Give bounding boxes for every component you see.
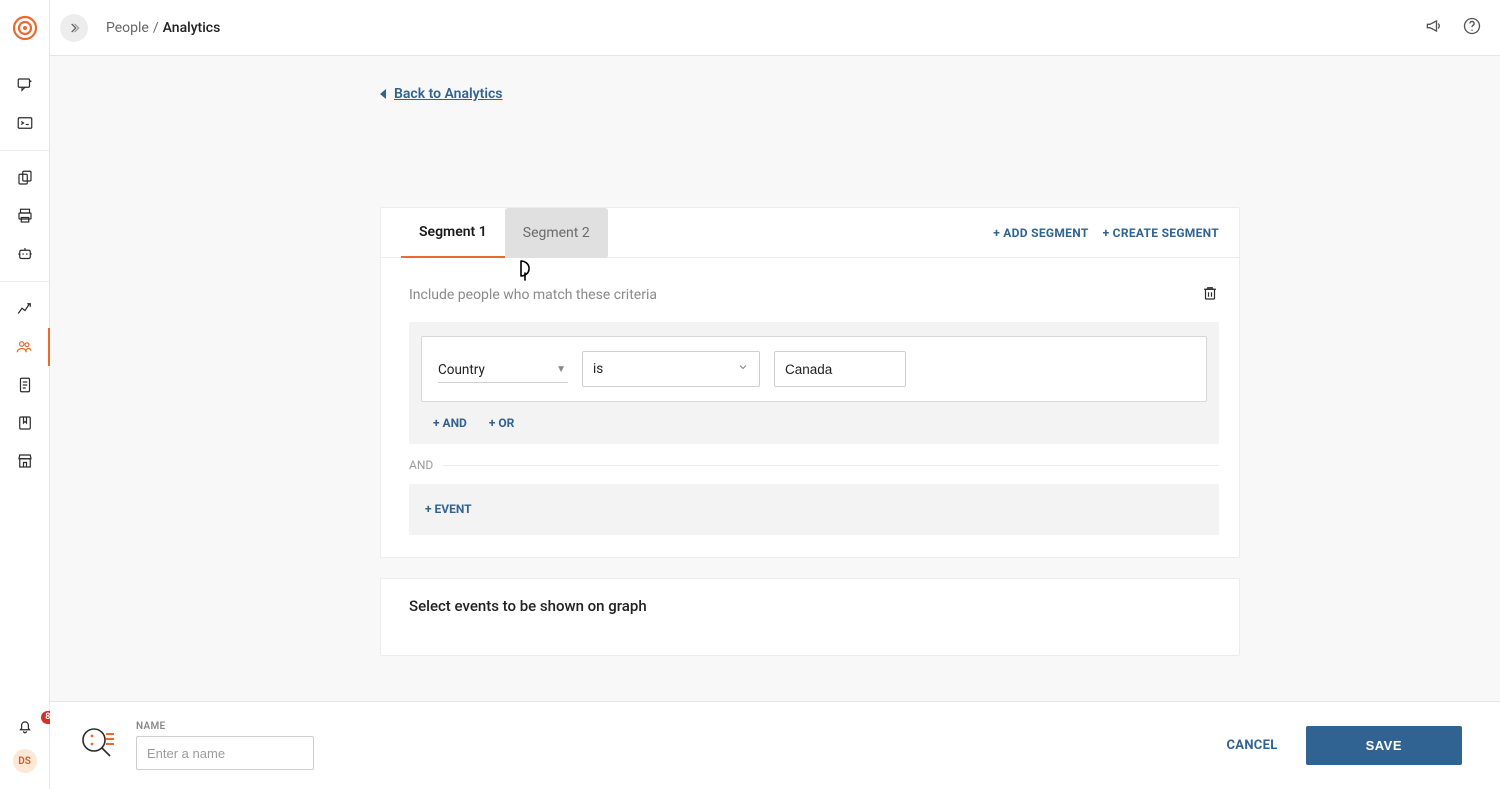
- sidebar: 88 DS: [0, 0, 50, 789]
- back-link-label: Back to Analytics: [394, 86, 502, 102]
- and-divider-label: AND: [409, 458, 433, 472]
- create-segment-button[interactable]: + CREATE SEGMENT: [1103, 226, 1219, 240]
- rule-row: Country ▼ is: [421, 336, 1207, 402]
- add-event-button[interactable]: + EVENT: [421, 502, 472, 516]
- tab-segment-2[interactable]: Segment 2: [505, 208, 608, 258]
- tab-label: Segment 2: [523, 225, 590, 241]
- caret-down-icon: ▼: [556, 364, 566, 375]
- criteria-include-label: Include people who match these criteria: [409, 287, 657, 303]
- operator-select-label: is: [593, 361, 603, 377]
- sidebar-icon-analytics[interactable]: [0, 290, 50, 328]
- header: People / Analytics: [50, 0, 1500, 56]
- segment-panel: Segment 1 Segment 2 + ADD SEGMENT + CREA…: [380, 207, 1240, 558]
- tab-label: Segment 1: [419, 224, 487, 240]
- value-input[interactable]: [774, 351, 906, 387]
- sidebar-icon-copy[interactable]: [0, 159, 50, 197]
- sidebar-icon-people[interactable]: [0, 328, 50, 366]
- sidebar-icon-terminal[interactable]: [0, 104, 50, 142]
- back-caret-icon: [380, 89, 386, 99]
- events-panel-title: Select events to be shown on graph: [409, 597, 1211, 615]
- name-label: NAME: [136, 721, 314, 732]
- field-select[interactable]: Country ▼: [438, 356, 568, 383]
- sidebar-icon-doc[interactable]: [0, 366, 50, 404]
- add-segment-button[interactable]: + ADD SEGMENT: [993, 226, 1088, 240]
- add-or-button[interactable]: + OR: [489, 416, 514, 430]
- tab-segment-1[interactable]: Segment 1: [401, 208, 505, 258]
- segment-list-icon: [78, 724, 118, 768]
- name-input[interactable]: [136, 736, 314, 770]
- breadcrumb-current: Analytics: [163, 20, 221, 36]
- breadcrumb: People / Analytics: [106, 20, 220, 36]
- add-and-button[interactable]: + AND: [433, 416, 467, 430]
- chevron-down-icon: [737, 361, 749, 377]
- sidebar-icon-bot[interactable]: [0, 235, 50, 273]
- back-link[interactable]: Back to Analytics: [380, 86, 502, 102]
- field-select-label: Country: [438, 362, 485, 378]
- delete-criteria-button[interactable]: [1201, 284, 1219, 306]
- sidebar-icon-comment[interactable]: [0, 66, 50, 104]
- sidebar-icon-print[interactable]: [0, 197, 50, 235]
- operator-select[interactable]: is: [582, 351, 760, 387]
- events-panel: Select events to be shown on graph: [380, 578, 1240, 656]
- content-area: Back to Analytics Segment 1 Segment 2 + …: [50, 56, 1500, 789]
- sidebar-icon-bookmark[interactable]: [0, 404, 50, 442]
- bottom-bar: NAME CANCEL SAVE: [50, 701, 1500, 789]
- sidebar-icon-store[interactable]: [0, 442, 50, 480]
- save-button[interactable]: SAVE: [1306, 726, 1462, 765]
- criteria-block: Country ▼ is: [409, 322, 1219, 444]
- collapse-sidebar-button[interactable]: [60, 14, 88, 42]
- event-block: + EVENT: [409, 484, 1219, 535]
- breadcrumb-separator: /: [153, 20, 159, 36]
- breadcrumb-parent[interactable]: People: [106, 20, 149, 36]
- app-logo[interactable]: [11, 14, 39, 42]
- and-divider: AND: [409, 458, 1219, 472]
- cancel-button[interactable]: CANCEL: [1226, 738, 1277, 753]
- avatar[interactable]: DS: [13, 749, 37, 773]
- announce-icon[interactable]: [1424, 16, 1444, 40]
- help-icon[interactable]: [1462, 16, 1482, 40]
- notifications-bell[interactable]: 88: [0, 717, 50, 735]
